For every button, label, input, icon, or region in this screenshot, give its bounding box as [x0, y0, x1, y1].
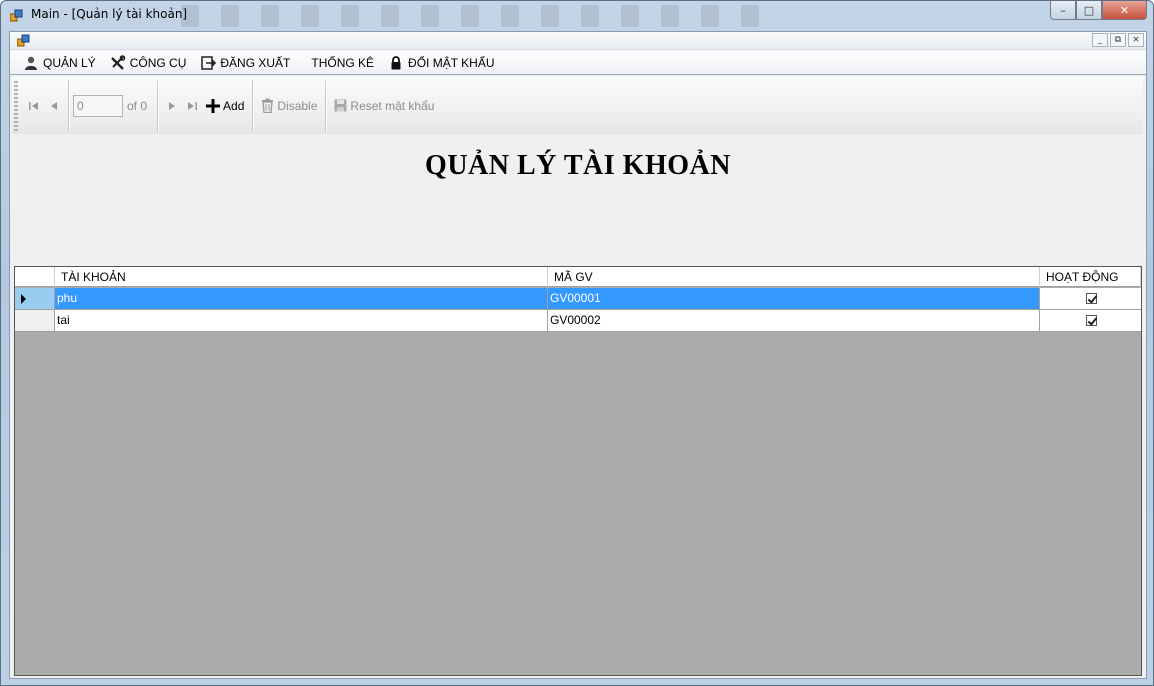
active-checkbox[interactable]: [1086, 293, 1097, 304]
toolbar-separator: [325, 79, 327, 132]
column-header-hoat-dong[interactable]: HOẠT ĐỘNG: [1040, 267, 1141, 287]
menu-quan-ly-label: QUẢN LÝ: [43, 55, 96, 70]
toolbar-separator: [68, 79, 69, 132]
grid-corner-header[interactable]: [15, 267, 55, 287]
position-input[interactable]: [73, 94, 123, 117]
disable-button[interactable]: Disable: [257, 94, 321, 118]
move-first-icon: [29, 101, 38, 110]
move-last-button[interactable]: [182, 94, 202, 118]
move-next-button[interactable]: [162, 94, 182, 118]
page-title: QUẢN LÝ TÀI KHOẢN: [425, 150, 731, 181]
row-header[interactable]: [15, 310, 55, 331]
child-minimize-button[interactable]: _: [1092, 33, 1108, 47]
menu-cong-cu-label: CÔNG CỤ: [129, 55, 187, 70]
menu-thong-ke-label: THỐNG KÊ: [311, 55, 375, 70]
current-row-indicator-icon: [21, 294, 26, 304]
window-controls: – □ ✕: [1050, 1, 1147, 20]
table-row[interactable]: tai GV00002: [15, 310, 1141, 332]
background-taskbar-ghost: [181, 5, 781, 27]
close-button[interactable]: ✕: [1102, 1, 1147, 20]
column-header-ma-gv[interactable]: MÃ GV: [548, 267, 1040, 287]
table-row[interactable]: phu GV00001: [15, 288, 1141, 310]
user-icon: [23, 55, 39, 71]
window-title: Main - [Quản lý tài khoản]: [31, 7, 188, 21]
plus-icon: [206, 98, 221, 113]
mdi-child-bar: _ ⧉ ×: [10, 32, 1146, 50]
menu-dang-xuat[interactable]: ĐĂNG XUẤT: [193, 52, 297, 74]
maximize-button[interactable]: □: [1076, 1, 1102, 20]
tools-icon: [110, 54, 126, 71]
add-button-label: Add: [223, 98, 245, 113]
column-header-tai-khoan[interactable]: TÀI KHOẢN: [55, 267, 548, 287]
accounts-grid[interactable]: TÀI KHOẢN MÃ GV HOẠT ĐỘNG phu GV00001 ta…: [14, 266, 1142, 676]
active-checkbox[interactable]: [1086, 315, 1097, 326]
menu-dang-xuat-label: ĐĂNG XUẤT: [220, 55, 291, 70]
move-next-icon: [169, 101, 176, 110]
reset-password-label: Reset mật khẩu: [350, 98, 435, 113]
add-button[interactable]: Add: [202, 94, 248, 118]
grid-header-row: TÀI KHOẢN MÃ GV HOẠT ĐỘNG: [15, 267, 1141, 287]
logout-icon: [200, 55, 217, 71]
cell-account[interactable]: tai: [55, 310, 548, 331]
main-window: Main - [Quản lý tài khoản] – □ ✕ _ ⧉ × Q…: [0, 0, 1154, 686]
app-icon: [10, 9, 23, 22]
count-label: of 0: [127, 98, 148, 113]
child-window-icon[interactable]: [17, 34, 30, 47]
title-bar[interactable]: Main - [Quản lý tài khoản] – □ ✕: [1, 1, 1153, 29]
save-icon: [334, 99, 347, 112]
toolbar-separator: [157, 79, 159, 132]
menu-quan-ly[interactable]: QUẢN LÝ: [16, 52, 103, 74]
mdi-child-controls: _ ⧉ ×: [1092, 33, 1144, 47]
menu-thong-ke[interactable]: THỐNG KÊ: [297, 52, 381, 74]
move-first-button[interactable]: [24, 94, 44, 118]
move-previous-button[interactable]: [44, 94, 64, 118]
lock-icon: [388, 55, 404, 71]
binding-navigator: of 0 Add Disable Reset mật khẩu: [12, 77, 1143, 134]
menu-doi-mat-khau[interactable]: ĐỔI MẬT KHẨU: [381, 52, 501, 74]
cell-teacher-code[interactable]: GV00001: [548, 288, 1040, 309]
move-last-icon: [188, 101, 198, 110]
minimize-button[interactable]: –: [1050, 1, 1076, 20]
toolbar-grip[interactable]: [14, 80, 18, 131]
cell-account[interactable]: phu: [55, 288, 548, 309]
trash-icon: [262, 98, 274, 113]
move-previous-icon: [51, 101, 57, 110]
menu-cong-cu[interactable]: CÔNG CỤ: [103, 52, 194, 74]
cell-teacher-code[interactable]: GV00002: [548, 310, 1040, 331]
child-close-button[interactable]: ×: [1128, 33, 1144, 47]
mdi-client-area: _ ⧉ × QUẢN LÝ CÔNG CỤ ĐĂNG XUẤT THỐNG KÊ…: [9, 31, 1147, 679]
menu-doi-mat-khau-label: ĐỔI MẬT KHẨU: [408, 55, 495, 70]
child-restore-button[interactable]: ⧉: [1110, 33, 1126, 47]
row-header[interactable]: [15, 288, 55, 309]
reset-password-button[interactable]: Reset mật khẩu: [330, 94, 438, 118]
cell-active[interactable]: [1040, 310, 1141, 331]
toolbar-separator: [252, 79, 254, 132]
menu-bar: QUẢN LÝ CÔNG CỤ ĐĂNG XUẤT THỐNG KÊ ĐỔI M…: [10, 51, 1146, 75]
cell-active[interactable]: [1040, 288, 1141, 309]
disable-button-label: Disable: [277, 98, 318, 113]
